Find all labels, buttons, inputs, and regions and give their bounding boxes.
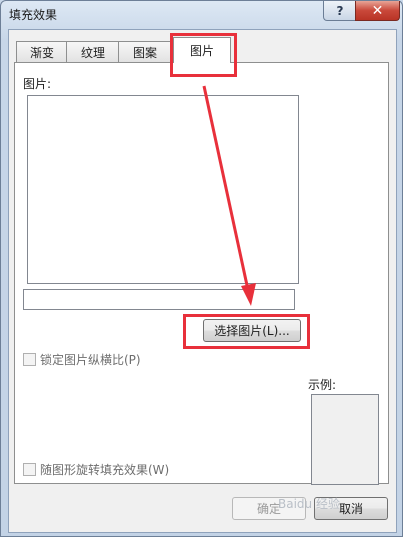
close-icon: ✕ [371,2,384,19]
help-button[interactable]: ? [323,1,357,21]
dialog-client-area: 渐变 纹理 图案 图片 图片: 选择图片(L)... 锁定图片纵横比(P) 示例… [8,29,397,533]
picture-name-field [23,289,295,310]
lock-ratio-checkbox[interactable] [23,353,36,366]
rotate-with-shape-label: 随图形旋转填充效果(W) [40,463,170,477]
close-button[interactable]: ✕ [355,1,400,21]
picture-preview [27,95,299,284]
tab-gradient[interactable]: 渐变 [16,41,68,62]
tab-texture[interactable]: 纹理 [66,41,120,62]
picture-label: 图片: [23,77,52,91]
tab-picture[interactable]: 图片 [173,37,231,63]
sample-label: 示例: [308,378,337,392]
tab-panel-picture: 图片: 选择图片(L)... 锁定图片纵横比(P) 示例: 随图形旋转填充效果(… [14,62,389,485]
watermark-text: Baidu 经验 [278,497,340,511]
lock-ratio-option[interactable]: 锁定图片纵横比(P) [23,351,141,368]
lock-ratio-label: 锁定图片纵横比(P) [40,353,141,367]
rotate-with-shape-checkbox[interactable] [23,463,36,476]
tab-pattern[interactable]: 图案 [118,41,172,62]
fill-effects-dialog: 填充效果 ? ✕ 渐变 纹理 图案 图片 图片: 选择图片(L)... 锁定图片… [0,0,403,537]
select-picture-button[interactable]: 选择图片(L)... [203,319,301,342]
rotate-with-shape-option[interactable]: 随图形旋转填充效果(W) [23,461,169,478]
dialog-title: 填充效果 [9,8,58,22]
sample-preview [311,394,379,485]
